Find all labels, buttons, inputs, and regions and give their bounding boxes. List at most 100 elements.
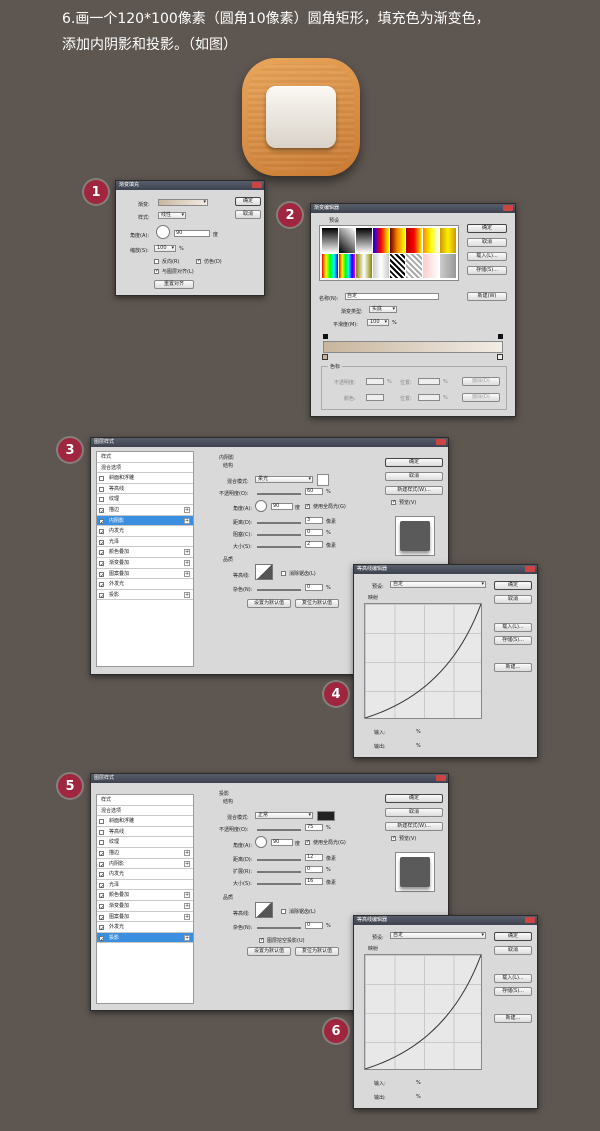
add-effect-icon[interactable]: + — [184, 849, 190, 856]
noise-input[interactable]: 0 — [305, 584, 323, 591]
noise-input[interactable]: 0 — [305, 922, 323, 929]
reverse-checkbox[interactable] — [154, 259, 159, 264]
angle-input[interactable]: 90 — [271, 839, 293, 846]
style-list-checkbox[interactable] — [99, 528, 104, 538]
knockout-checkbox[interactable] — [259, 937, 264, 943]
reset-alignment-button[interactable]: 重置对齐 — [154, 280, 194, 289]
add-effect-icon[interactable]: + — [184, 860, 190, 867]
load-button[interactable]: 载入(L)... — [494, 974, 532, 983]
cancel-button[interactable]: 取消 — [467, 238, 507, 247]
ok-button[interactable]: 确定 — [494, 932, 532, 941]
style-list-item[interactable]: 混合选项 — [97, 463, 193, 474]
style-list-item[interactable]: 外发光 — [97, 922, 193, 934]
contour-thumbnail[interactable] — [255, 564, 273, 580]
close-icon[interactable] — [525, 566, 535, 572]
angle-dial[interactable] — [255, 836, 267, 848]
save-button[interactable]: 存储(S)... — [494, 636, 532, 645]
size-slider[interactable] — [257, 883, 301, 885]
add-effect-icon[interactable]: + — [184, 506, 190, 513]
style-list-item[interactable]: 投影+ — [97, 932, 193, 945]
new-button[interactable]: 新建... — [494, 1014, 532, 1023]
style-list-item[interactable]: 描边+ — [97, 505, 193, 517]
add-effect-icon[interactable]: + — [184, 902, 190, 909]
new-button[interactable]: 新建(W) — [467, 292, 507, 301]
size-input[interactable]: 2 — [305, 541, 323, 548]
opacity-slider[interactable] — [257, 829, 301, 831]
ok-button[interactable]: 确定 — [385, 794, 443, 803]
add-effect-icon[interactable]: + — [184, 913, 190, 920]
close-icon[interactable] — [503, 205, 513, 211]
style-list-item[interactable]: 光泽 — [97, 537, 193, 549]
color-stop-right-icon[interactable] — [497, 354, 503, 360]
style-list-checkbox[interactable] — [99, 571, 104, 581]
close-icon[interactable] — [436, 439, 446, 445]
style-list-item[interactable]: 图案叠加 + — [97, 912, 193, 924]
close-icon[interactable] — [252, 182, 262, 188]
style-list-checkbox[interactable] — [99, 829, 104, 835]
cancel-button[interactable]: 取消 — [385, 472, 443, 481]
reset-default-button[interactable]: 复位为默认值 — [295, 947, 339, 956]
reset-default-button[interactable]: 复位为默认值 — [295, 599, 339, 608]
style-list-item[interactable]: 颜色叠加 + — [97, 547, 193, 559]
distance-slider[interactable] — [257, 859, 301, 861]
antialias-checkbox[interactable] — [281, 571, 286, 576]
presets-grid[interactable] — [319, 225, 459, 281]
style-list-checkbox[interactable] — [99, 476, 104, 482]
gradient-picker[interactable] — [158, 199, 208, 206]
style-list-item[interactable]: 内发光 — [97, 869, 193, 881]
cancel-button[interactable]: 取消 — [235, 210, 261, 219]
style-list-checkbox[interactable] — [99, 892, 104, 902]
ok-button[interactable]: 确定 — [235, 197, 261, 206]
gradient-ramp[interactable] — [323, 341, 503, 353]
ok-button[interactable]: 确定 — [385, 458, 443, 467]
add-effect-icon[interactable]: + — [184, 570, 190, 577]
add-effect-icon[interactable]: + — [184, 934, 190, 941]
preset-select[interactable]: 自定 — [390, 932, 486, 939]
style-list-checkbox[interactable] — [99, 518, 104, 528]
style-list-checkbox[interactable] — [99, 935, 104, 945]
preset-select[interactable]: 自定 — [390, 581, 486, 588]
opacity-stop-left-icon[interactable] — [323, 334, 328, 339]
opacity-slider[interactable] — [257, 493, 301, 495]
style-list-item[interactable]: 内发光 — [97, 526, 193, 538]
angle-dial[interactable] — [255, 500, 267, 512]
align-checkbox[interactable] — [154, 268, 159, 274]
load-button[interactable]: 载入(L)... — [494, 623, 532, 632]
style-list-checkbox[interactable] — [99, 840, 104, 846]
antialias-checkbox[interactable] — [281, 909, 286, 914]
preview-checkbox[interactable] — [391, 835, 396, 841]
style-list-item[interactable]: 样式 — [97, 795, 193, 806]
style-list-item[interactable]: 斜面和浮雕 — [97, 473, 193, 484]
angle-input[interactable]: 90 — [174, 230, 210, 237]
delete-color-stop-button[interactable]: 删除(D) — [462, 393, 500, 402]
distance-input[interactable]: 3 — [305, 517, 323, 524]
style-list-checkbox[interactable] — [99, 924, 104, 934]
dither-checkbox[interactable] — [196, 258, 201, 264]
style-list-checkbox[interactable] — [99, 581, 104, 591]
style-list-item[interactable]: 等高线 — [97, 484, 193, 495]
cancel-button[interactable]: 取消 — [494, 946, 532, 955]
save-button[interactable]: 存储(S)... — [494, 987, 532, 996]
save-button[interactable]: 存储(S)... — [467, 266, 507, 275]
style-list-item[interactable]: 内阴影 + — [97, 515, 193, 528]
type-select[interactable]: 实底 — [369, 306, 397, 313]
ok-button[interactable]: 确定 — [494, 581, 532, 590]
opacity-input[interactable]: 75 — [305, 824, 323, 831]
size-input[interactable]: 16 — [305, 878, 323, 885]
style-list-checkbox[interactable] — [99, 560, 104, 570]
style-list-item[interactable]: 投影+ — [97, 590, 193, 602]
cancel-button[interactable]: 取消 — [385, 808, 443, 817]
spread-input[interactable]: 0 — [305, 866, 323, 873]
style-list-item[interactable]: 渐变叠加 + — [97, 901, 193, 913]
style-list-item[interactable]: 混合选项 — [97, 806, 193, 817]
global-light-checkbox[interactable] — [305, 503, 310, 509]
contour-curve-graph[interactable] — [364, 954, 482, 1070]
style-list-item[interactable]: 光泽 — [97, 880, 193, 892]
stop-color-location-input[interactable] — [418, 394, 440, 401]
style-list-item[interactable]: 样式 — [97, 452, 193, 463]
add-effect-icon[interactable]: + — [184, 549, 190, 556]
style-list-item[interactable]: 纹理 — [97, 494, 193, 505]
name-input[interactable]: 自定 — [345, 293, 439, 300]
make-default-button[interactable]: 设置为默认值 — [247, 599, 291, 608]
style-list-checkbox[interactable] — [99, 871, 104, 881]
